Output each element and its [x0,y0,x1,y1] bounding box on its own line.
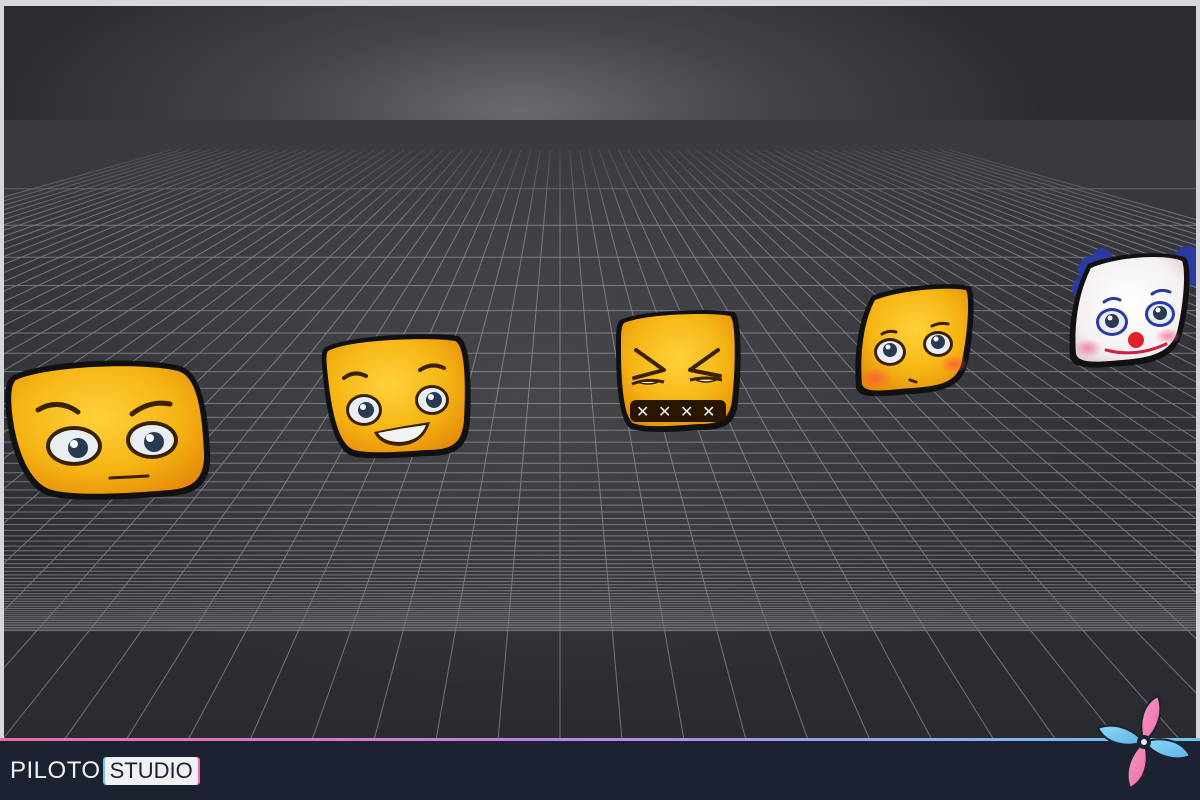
emoji-skeptical [5,360,211,500]
svg-text:✕: ✕ [680,402,693,421]
brand-studio: STUDIO [104,757,198,785]
emoji-grinning [321,334,471,459]
emoji-clown [1069,246,1200,368]
frame-border-right [1196,0,1200,740]
svg-text:✕: ✕ [702,402,715,421]
svg-text:✕: ✕ [658,402,671,421]
brand-name: PILOTO [10,757,101,784]
emoji-angry-clenched: ✕ ✕ ✕ ✕ [616,310,741,432]
footer-accent-line [0,738,1200,741]
pinwheel-icon [1096,694,1192,790]
frame-border-top [0,0,1200,6]
brand-logo-text: PILOTO STUDIO [10,756,198,786]
frame-border-left [0,0,4,800]
emoji-shy-blushing [855,284,974,397]
game-viewport: ✕ ✕ ✕ ✕ PILOTO STUDIO [0,0,1200,800]
svg-text:✕: ✕ [636,402,649,421]
